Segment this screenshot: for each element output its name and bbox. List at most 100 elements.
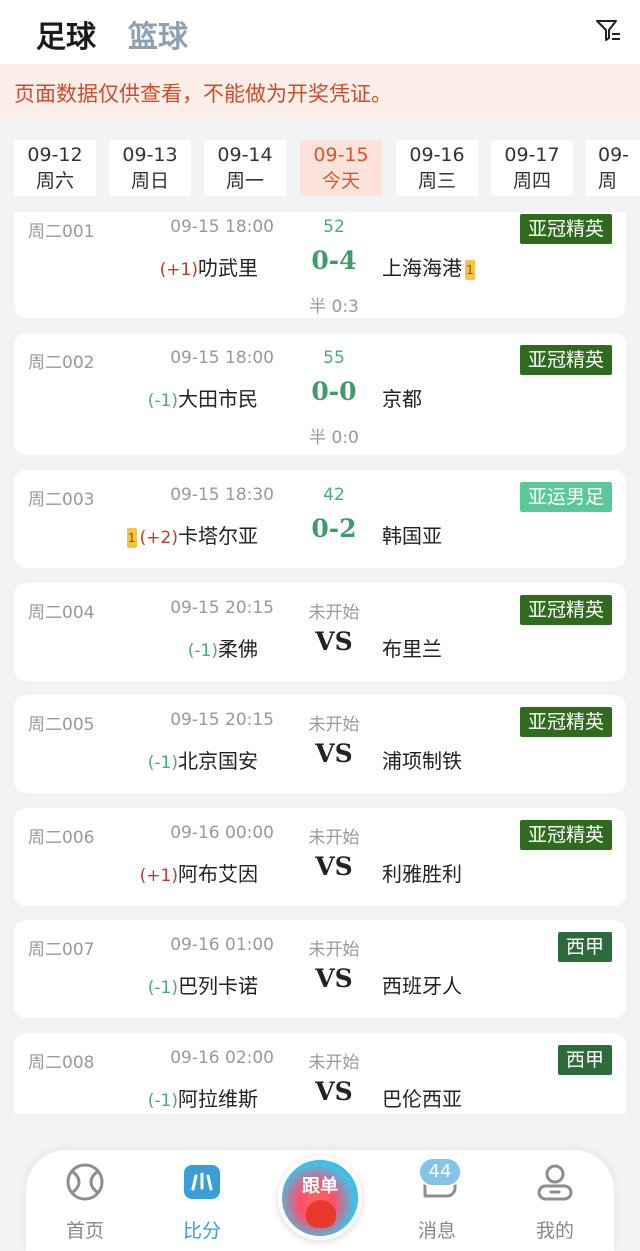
away-team-name: 韩国亚 [382, 524, 442, 548]
top-header: 足球 篮球 [0, 0, 640, 64]
ball-icon [66, 1163, 104, 1201]
league-badge[interactable]: 亚冠精英 [519, 345, 612, 375]
away-team-name: 上海海港 [382, 256, 462, 280]
day-label: 周四 [512, 170, 551, 192]
match-card[interactable]: 周二003 09-15 18:30 42 亚运男足 1 (+2)卡塔尔亚 0-2 … [14, 470, 626, 568]
away-team: 巴伦西亚 [382, 1083, 582, 1112]
date-item[interactable]: 09-16 周三 [396, 140, 478, 196]
away-team: 韩国亚 [382, 520, 582, 549]
match-card[interactable]: 周二007 09-16 01:00 未开始 西甲 (-1)巴列卡诺 VS 西班牙… [14, 920, 626, 1018]
home-team: (-1)阿拉维斯 [54, 1083, 258, 1112]
handicap: (+1) [159, 260, 198, 280]
match-time: 09-16 02:00 [170, 1048, 274, 1068]
yellow-card-icon: 1 [126, 527, 137, 548]
day-label: 周 [598, 170, 618, 192]
day-label: 周六 [35, 170, 74, 192]
date-item[interactable]: 09-17 周四 [491, 140, 573, 196]
date-item-today[interactable]: 09-15 今天 [300, 140, 382, 196]
day-label: 周三 [417, 170, 456, 192]
league-badge[interactable]: 亚冠精英 [519, 214, 612, 244]
match-vs: VS [315, 852, 353, 881]
league-badge[interactable]: 西甲 [557, 1045, 612, 1075]
nav-scores-label: 比分 [182, 1220, 221, 1242]
date-label: 09-12 [27, 144, 83, 166]
away-team: 浦项制铁 [382, 745, 582, 774]
match-vs: VS [315, 627, 353, 656]
away-team: 利雅胜利 [382, 858, 582, 887]
away-team: 西班牙人 [382, 970, 582, 999]
home-team: (+1)阿布艾因 [54, 858, 258, 887]
home-team-name: 阿拉维斯 [178, 1087, 258, 1111]
filter-icon[interactable] [594, 16, 622, 44]
home-team: (-1)巴列卡诺 [54, 970, 258, 999]
match-time: 09-15 20:15 [170, 710, 274, 730]
league-badge[interactable]: 亚冠精英 [519, 707, 612, 737]
match-time: 09-15 18:00 [170, 217, 274, 237]
league-badge[interactable]: 西甲 [557, 932, 612, 962]
date-item[interactable]: 09-14 周一 [204, 140, 286, 196]
league-badge[interactable]: 亚冠精英 [519, 820, 612, 850]
nav-mine[interactable]: 我的 [510, 1150, 600, 1251]
home-team-name: 柔佛 [218, 637, 258, 661]
half-time-score: 半 0:3 [309, 297, 359, 317]
match-card[interactable]: 周二005 09-15 20:15 未开始 亚冠精英 (-1)北京国安 VS 浦… [14, 695, 626, 793]
nav-home[interactable]: 首页 [40, 1150, 130, 1251]
date-label: 09-15 [313, 144, 369, 166]
match-card[interactable]: 周二008 09-16 02:00 未开始 西甲 (-1)阿拉维斯 VS 巴伦西… [14, 1033, 626, 1114]
follow-bet-label: 跟单 [302, 1176, 338, 1197]
handicap: (-1) [147, 1091, 178, 1111]
away-team-name: 浦项制铁 [382, 749, 462, 773]
away-team-name: 利雅胜利 [382, 862, 462, 886]
away-team-name: 布里兰 [382, 637, 442, 661]
nav-mine-label: 我的 [535, 1220, 574, 1242]
follow-bet-button[interactable]: 跟单 [278, 1156, 362, 1240]
match-minute: 55 [323, 348, 345, 368]
handicap: (-1) [147, 978, 178, 998]
yellow-card-icon: 1 [465, 259, 475, 280]
home-team-name: 巴列卡诺 [178, 974, 258, 998]
date-item[interactable]: 09-12 周六 [14, 140, 96, 196]
handicap: (+1) [139, 866, 178, 886]
handicap: (-1) [147, 753, 178, 773]
match-time: 09-15 20:15 [170, 598, 274, 618]
mascot-icon [306, 1200, 336, 1228]
match-vs: VS [315, 1077, 353, 1106]
match-card[interactable]: 周二001 09-15 18:00 52 亚冠精英 (+1)叻武里 0-4 上海… [14, 212, 626, 318]
match-code: 周二006 [28, 828, 95, 848]
date-label: 09-14 [217, 144, 273, 166]
match-status: 未开始 [308, 603, 360, 623]
nav-home-label: 首页 [65, 1220, 104, 1242]
handicap: (+2) [139, 528, 178, 548]
day-label: 周一 [225, 170, 264, 192]
league-badge[interactable]: 亚运男足 [519, 482, 612, 512]
date-label: 09-13 [122, 144, 178, 166]
match-score: 0-4 [311, 246, 357, 275]
away-team-name: 西班牙人 [382, 974, 462, 998]
league-badge[interactable]: 亚冠精英 [519, 595, 612, 625]
nav-scores[interactable]: 比分 [157, 1150, 247, 1251]
date-item[interactable]: 09- 周 [586, 140, 640, 196]
away-team-name: 巴伦西亚 [382, 1087, 462, 1111]
tab-football[interactable]: 足球 [36, 12, 96, 56]
user-icon [537, 1164, 573, 1201]
match-code: 周二003 [28, 490, 95, 510]
home-team-name: 阿布艾因 [178, 862, 258, 886]
day-label: 周日 [130, 170, 169, 192]
match-minute: 42 [323, 485, 345, 505]
home-team: (-1)柔佛 [54, 633, 258, 662]
tab-basketball[interactable]: 篮球 [128, 12, 188, 56]
away-team-name: 京都 [382, 387, 422, 411]
match-card[interactable]: 周二006 09-16 00:00 未开始 亚冠精英 (+1)阿布艾因 VS 利… [14, 808, 626, 906]
half-time-score: 半 0:0 [309, 428, 359, 448]
day-label: 今天 [321, 170, 360, 192]
match-status: 未开始 [308, 1053, 360, 1073]
match-card[interactable]: 周二002 09-15 18:00 55 亚冠精英 (-1)大田市民 0-0 京… [14, 333, 626, 455]
match-card[interactable]: 周二004 09-15 20:15 未开始 亚冠精英 (-1)柔佛 VS 布里兰 [14, 583, 626, 681]
match-code: 周二004 [28, 603, 95, 623]
match-code: 周二002 [28, 353, 95, 373]
date-item[interactable]: 09-13 周日 [109, 140, 191, 196]
match-code: 周二008 [28, 1053, 95, 1073]
home-team: 1 (+2)卡塔尔亚 [54, 520, 258, 549]
match-vs: VS [315, 739, 353, 768]
match-score: 0-2 [311, 514, 357, 543]
